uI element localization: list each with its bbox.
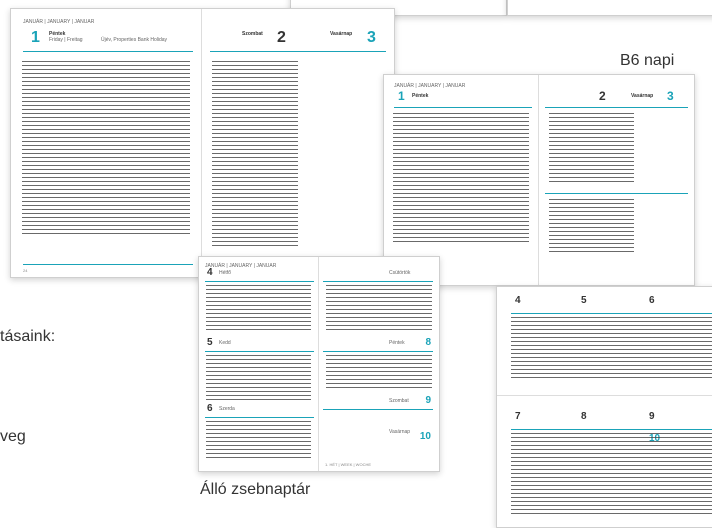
spread-c-lines-3 <box>206 421 311 459</box>
spread-c-day7-name: Csütörtök <box>389 270 411 276</box>
spread-d-top-block: 4 5 6 <box>497 287 712 396</box>
spread-c-day5-name: Kedd <box>219 340 231 346</box>
spread-c-day9-name: Szombat <box>389 398 409 404</box>
label-allo-zsebnaptar: Álló zsebnaptár <box>200 481 311 498</box>
spread-d-day5: 5 <box>581 295 587 306</box>
planner-spread-b: JANUÁR | JANUARY | JANUAR 1 Péntek 2 3 V… <box>383 74 695 286</box>
spread-c-rule-6 <box>323 409 433 410</box>
spread-b-day3-number: 3 <box>667 89 674 103</box>
spread-a-day2-name: Szombat <box>242 31 263 37</box>
planner-spread-a: JANUÁR | JANUARY | JANUAR 1 Péntek Frida… <box>10 8 395 278</box>
spread-d-lines-2 <box>511 433 712 517</box>
spread-a-rule <box>23 51 193 52</box>
spread-a-footer-rule <box>23 264 193 265</box>
spread-c-day9: 9 <box>425 395 431 406</box>
spread-c-right-page: Csütörtök 8 Péntek 9 Szombat 10 Vasárnap… <box>319 257 439 471</box>
spread-c-lines-4 <box>326 285 432 333</box>
spread-a-right-rule <box>210 51 386 52</box>
spread-a-day3-number: 3 <box>367 29 376 46</box>
spread-d-rule-1 <box>511 313 712 314</box>
spread-b-day-name: Péntek <box>412 93 429 99</box>
spread-c-day10: 10 <box>419 431 431 442</box>
spread-c-day5: 5 <box>207 337 213 348</box>
spread-a-day-number: 1 <box>31 29 40 46</box>
spread-d-lines-1 <box>511 317 712 381</box>
top-sheet-fragment-right <box>507 0 712 16</box>
spread-d-day4: 4 <box>515 295 521 306</box>
spread-c-rule-4 <box>323 281 433 282</box>
spread-a-left-lines <box>22 61 190 235</box>
label-b6-napi: B6 napi <box>620 52 675 69</box>
spread-a-left-page: JANUÁR | JANUARY | JANUAR 1 Péntek Frida… <box>11 9 202 277</box>
spread-c-rule-5 <box>323 351 433 352</box>
spread-c-lines-5 <box>326 355 432 389</box>
spread-c-day10-name: Vasárnap <box>389 429 411 435</box>
left-text-fragment-1: tásaink: <box>0 328 56 345</box>
spread-a-note: Újév, Properties Bank Holiday <box>101 37 168 43</box>
planner-spread-d: 4 5 6 7 8 9 10 <box>496 286 712 528</box>
spread-c-lines-2 <box>206 355 311 401</box>
spread-c-day8: 8 <box>425 337 431 348</box>
spread-a-footer-num: 24 <box>23 268 28 273</box>
spread-d-bottom-block: 7 8 9 10 <box>497 399 712 527</box>
spread-c-left-page: JANUÁR | JANUARY | JANUAR 4 Hétfő 5 Kedd… <box>199 257 319 471</box>
spread-c-left-header: JANUÁR | JANUARY | JANUAR <box>205 263 277 269</box>
spread-b-left-lines <box>393 113 529 245</box>
spread-a-day-sub: Friday | Freitag <box>49 37 83 43</box>
spread-b-left-page: JANUÁR | JANUARY | JANUAR 1 Péntek <box>384 75 539 285</box>
spread-b-day2-number: 2 <box>599 89 606 103</box>
spread-b-right-lines-top <box>549 113 634 185</box>
spread-b-day3-name: Vasárnap <box>631 93 654 99</box>
spread-c-rule-1 <box>205 281 314 282</box>
spread-a-day2-number: 2 <box>277 29 286 46</box>
spread-d-day8: 8 <box>581 411 587 422</box>
spread-a-right-page: 2 Szombat 3 Vasárnap 53. HÉT | WEEK | WO… <box>202 9 394 277</box>
spread-b-right-page: 2 3 Vasárnap <box>539 75 694 285</box>
spread-c-rule-2 <box>205 351 314 352</box>
spread-a-day3-name: Vasárnap <box>330 31 353 37</box>
spread-c-day6: 6 <box>207 403 213 414</box>
spread-c-day8-name: Péntek <box>389 340 405 346</box>
spread-b-right-mid-rule <box>545 193 688 194</box>
spread-b-right-lines-bottom <box>549 199 634 255</box>
spread-d-day9: 9 <box>649 411 655 422</box>
spread-d-day6: 6 <box>649 295 655 306</box>
spread-b-right-rule <box>545 107 688 108</box>
spread-d-rule-2 <box>511 429 712 430</box>
spread-a-left-header: JANUÁR | JANUARY | JANUAR <box>23 19 95 25</box>
left-text-fragment-2: veg <box>0 428 26 445</box>
spread-d-day7: 7 <box>515 411 521 422</box>
spread-c-lines-1 <box>206 285 311 333</box>
spread-c-day4: 4 <box>207 267 213 278</box>
spread-c-footer: 1. HÉT | WEEK | WOCHE <box>325 462 372 467</box>
spread-c-rule-3 <box>205 417 314 418</box>
spread-c-day4-name: Hétfő <box>219 270 231 276</box>
planner-spread-c: JANUÁR | JANUARY | JANUAR 4 Hétfő 5 Kedd… <box>198 256 440 472</box>
spread-a-right-lines <box>212 61 298 249</box>
spread-b-rule <box>394 107 532 108</box>
spread-b-day-number: 1 <box>398 89 405 103</box>
spread-c-day6-name: Szerda <box>219 406 235 412</box>
